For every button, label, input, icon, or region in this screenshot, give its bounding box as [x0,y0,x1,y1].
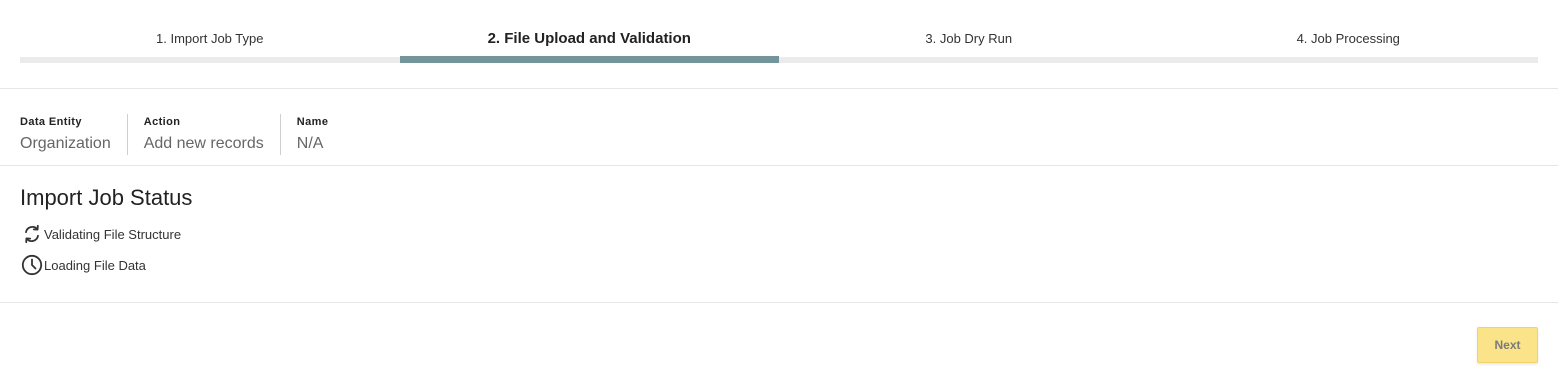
summary-action: Action Add new records [144,114,281,155]
import-stepper: 1. Import Job Type 2. File Upload and Va… [20,0,1538,89]
summary-value: N/A [296,135,324,152]
status-list: Validating File Structure Loading File D… [20,222,181,284]
step-label: 2. File Upload and Validation [487,30,691,47]
summary-name: Name N/A [297,114,345,155]
step-progress-bar [399,56,779,63]
clock-icon [20,253,44,277]
header-divider [0,88,1558,89]
next-button[interactable]: Next [1477,327,1538,363]
status-item-loading: Loading File Data [20,253,181,277]
step-job-processing[interactable]: 4. Job Processing [1158,0,1538,63]
step-progress-bar [779,57,1159,63]
status-item-validating: Validating File Structure [20,222,181,246]
status-title: Import Job Status [20,185,193,210]
summary-value: Organization [20,135,111,152]
footer-divider [0,302,1558,303]
summary-title: Data Entity [20,116,82,128]
refresh-icon [20,222,44,246]
step-label: 3. Job Dry Run [925,31,1013,46]
step-job-dry-run[interactable]: 3. Job Dry Run [779,0,1159,63]
summary-divider [0,165,1558,166]
summary-value: Add new records [143,135,264,152]
step-progress-bar [20,57,400,63]
status-item-label: Validating File Structure [44,226,182,242]
summary-title: Name [296,116,329,128]
step-label: 4. Job Processing [1296,31,1400,46]
step-label: 1. Import Job Type [156,31,264,46]
step-progress-bar [1158,57,1538,63]
summary-data-entity: Data Entity Organization [20,114,128,155]
summary-title: Action [143,116,181,128]
import-job-page: 1. Import Job Type 2. File Upload and Va… [0,0,1558,383]
job-summary: Data Entity Organization Action Add new … [20,114,360,156]
step-import-job-type[interactable]: 1. Import Job Type [20,0,400,63]
status-item-label: Loading File Data [44,257,146,273]
step-file-upload-validation[interactable]: 2. File Upload and Validation [399,0,779,63]
